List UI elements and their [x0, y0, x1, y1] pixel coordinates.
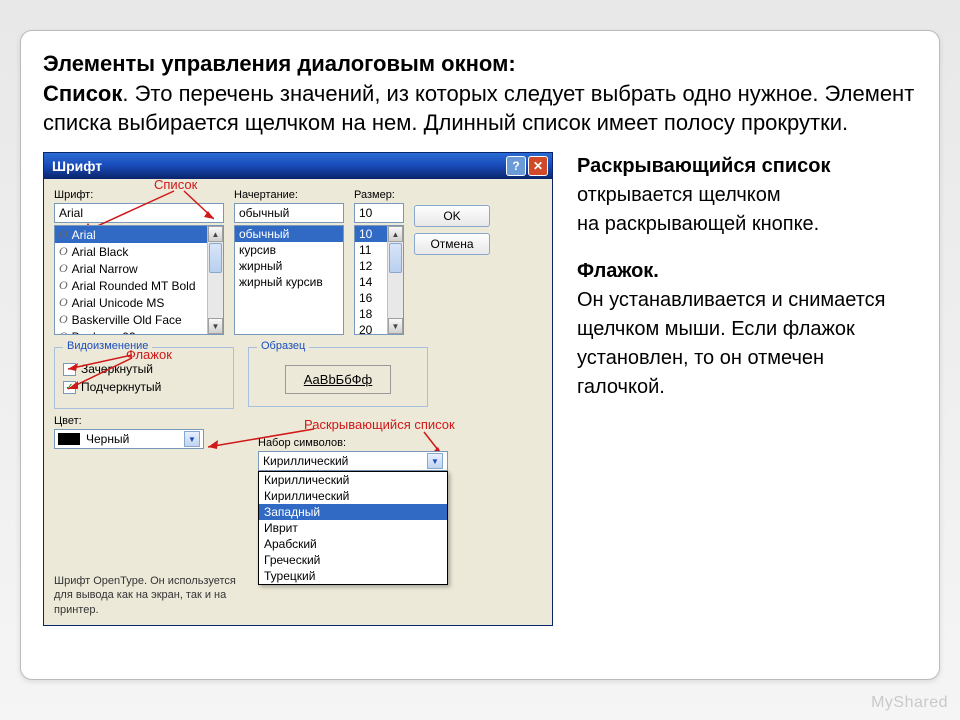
dialog-body: Список Шрифт: Arial OArial OArial Black [44, 179, 552, 625]
list-item: обычный [235, 226, 343, 242]
size-scrollbar[interactable]: ▲ ▼ [387, 226, 403, 334]
underline-label: Подчеркнутый [81, 380, 161, 394]
list-item[interactable]: Греческий [259, 552, 447, 568]
status-text: Шрифт OpenType. Он используется для выво… [54, 574, 244, 617]
scroll-up-icon[interactable]: ▲ [388, 226, 403, 242]
list-item[interactable]: Турецкий [259, 568, 447, 584]
watermark: MyShared [871, 694, 948, 712]
chevron-down-icon[interactable]: ▼ [184, 431, 200, 447]
slide-card: Элементы управления диалоговым окном: Сп… [20, 30, 940, 680]
font-listbox[interactable]: OArial OArial Black OArial Narrow OArial… [54, 225, 224, 335]
underline-checkbox-row: ✓ Подчеркнутый [63, 380, 225, 394]
list-item[interactable]: Арабский [259, 536, 447, 552]
right-p2-rest: Он устанавливается и снимается щелчком м… [577, 289, 886, 398]
sample-text: АаBbБбФф [285, 365, 392, 394]
content-row: Шрифт ? ✕ Список Шрифт: Arial [43, 152, 917, 626]
strike-label: Зачеркнутый [81, 362, 153, 376]
font-scrollbar[interactable]: ▲ ▼ [207, 226, 223, 334]
size-label: Размер: [354, 189, 404, 201]
list-item: OArial Black [55, 243, 223, 260]
list-item: OArial Narrow [55, 260, 223, 277]
list-item: OBaskerville Old Face [55, 311, 223, 328]
annotation-dropdown: Раскрывающийся список [304, 417, 455, 432]
scroll-thumb[interactable] [389, 243, 402, 273]
color-value: Черный [86, 432, 129, 446]
scroll-down-icon[interactable]: ▼ [388, 318, 403, 334]
style-listbox[interactable]: обычный курсив жирный жирный курсив [234, 225, 344, 335]
cancel-button[interactable]: Отмена [414, 233, 490, 255]
list-item: OArial [55, 226, 223, 243]
style-label: Начертание: [234, 189, 344, 201]
color-combo[interactable]: Черный ▼ [54, 429, 204, 449]
list-item: OBauhaus 93 [55, 328, 223, 335]
right-p1-rest: открывается щелчком [577, 184, 781, 206]
intro-text: Элементы управления диалоговым окном: Сп… [43, 49, 917, 138]
list-item: OArial Rounded MT Bold [55, 277, 223, 294]
list-item[interactable]: Иврит [259, 520, 447, 536]
intro-body: . Это перечень значений, из которых след… [43, 81, 914, 136]
annotation-list: Список [154, 177, 197, 192]
dialog-title: Шрифт [52, 158, 504, 174]
list-item: жирный [235, 258, 343, 274]
font-input[interactable]: Arial [54, 203, 224, 223]
list-item: OArial Unicode MS [55, 294, 223, 311]
list-item[interactable]: Западный [259, 504, 447, 520]
sample-title: Образец [257, 340, 309, 352]
color-label: Цвет: [54, 415, 234, 427]
right-column: Раскрывающийся список открывается щелчко… [577, 152, 917, 402]
charset-value: Кириллический [263, 454, 348, 468]
scroll-thumb[interactable] [209, 243, 222, 273]
list-item[interactable]: Кириллический [259, 472, 447, 488]
sample-groupbox: Образец АаBbБбФф [248, 347, 428, 407]
chevron-down-icon[interactable]: ▼ [427, 453, 443, 469]
strike-checkbox-row: Зачеркнутый [63, 362, 225, 376]
color-swatch [58, 433, 80, 445]
right-p1-bold: Раскрывающийся список [577, 155, 831, 177]
help-button[interactable]: ? [506, 156, 526, 176]
list-item[interactable]: Кириллический [259, 488, 447, 504]
titlebar[interactable]: Шрифт ? ✕ [44, 153, 552, 179]
annotation-checkbox: Флажок [126, 347, 172, 362]
style-input[interactable]: обычный [234, 203, 344, 223]
right-p2-bold: Флажок. [577, 260, 659, 282]
size-input[interactable]: 10 [354, 203, 404, 223]
intro-list-label: Список [43, 81, 122, 106]
list-item: жирный курсив [235, 274, 343, 290]
size-listbox[interactable]: 10 11 12 14 16 18 20 ▲ ▼ [354, 225, 404, 335]
charset-dropdown[interactable]: Кириллический Кириллический Западный Ивр… [258, 471, 448, 585]
scroll-down-icon[interactable]: ▼ [208, 318, 223, 334]
list-item: курсив [235, 242, 343, 258]
charset-combo[interactable]: Кириллический ▼ [258, 451, 448, 471]
charset-label: Набор символов: [258, 437, 448, 449]
strike-checkbox[interactable] [63, 363, 76, 376]
scroll-up-icon[interactable]: ▲ [208, 226, 223, 242]
underline-checkbox[interactable]: ✓ [63, 381, 76, 394]
ok-button[interactable]: OK [414, 205, 490, 227]
right-p1-line2: на раскрывающей кнопке. [577, 213, 819, 235]
intro-heading: Элементы управления диалоговым окном: [43, 51, 516, 76]
font-label: Шрифт: [54, 189, 224, 201]
font-dialog: Шрифт ? ✕ Список Шрифт: Arial [43, 152, 553, 626]
close-button[interactable]: ✕ [528, 156, 548, 176]
